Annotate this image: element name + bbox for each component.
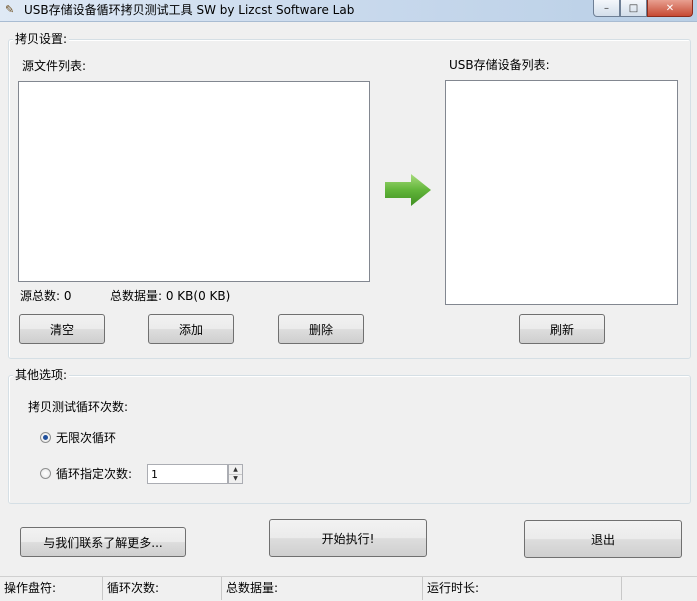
title-bar: ✎ USB存储设备循环拷贝测试工具 SW by Lizcst Software … [0,0,697,22]
app-usb-icon: ✎ [5,3,15,16]
specified-loop-radio[interactable] [40,468,51,479]
clear-button[interactable]: 清空 [19,314,105,344]
infinite-loop-label[interactable]: 无限次循环 [56,431,116,445]
minimize-button[interactable]: – [593,0,620,17]
delete-button[interactable]: 删除 [278,314,364,344]
stepper-down-icon[interactable]: ▼ [229,474,242,483]
add-button[interactable]: 添加 [148,314,234,344]
usb-list-label: USB存储设备列表: [449,58,550,72]
window-title: USB存储设备循环拷贝测试工具 SW by Lizcst Software La… [24,3,355,17]
copy-settings-title: 拷贝设置: [13,32,70,46]
start-button[interactable]: 开始执行! [269,519,427,557]
specified-loop-label[interactable]: 循环指定次数: [56,467,132,481]
main-window: ✎ USB存储设备循环拷贝测试工具 SW by Lizcst Software … [0,0,697,601]
infinite-loop-radio[interactable] [40,432,51,443]
arrow-right-icon [385,174,431,206]
exit-button[interactable]: 退出 [524,520,682,558]
status-extra [622,577,697,600]
status-runtime: 运行时长: [423,577,622,600]
maximize-button[interactable]: □ [620,0,647,17]
status-bar: 操作盘符: 循环次数: 总数据量: 运行时长: [0,576,697,601]
source-count-label: 源总数: 0 [20,289,72,303]
source-file-list[interactable] [18,81,370,282]
close-button[interactable]: ✕ [647,0,693,17]
other-options-title: 其他选项: [13,368,70,382]
total-data-label: 总数据量: 0 KB(0 KB) [110,289,231,303]
usb-device-list[interactable] [445,80,678,305]
source-list-label: 源文件列表: [22,59,87,73]
loop-count-stepper[interactable]: ▲ ▼ [228,464,243,484]
status-drive: 操作盘符: [0,577,103,600]
status-loops: 循环次数: [103,577,222,600]
contact-button[interactable]: 与我们联系了解更多... [20,527,186,557]
loop-count-input[interactable] [147,464,228,484]
refresh-button[interactable]: 刷新 [519,314,605,344]
status-total: 总数据量: [222,577,423,600]
loop-count-label: 拷贝测试循环次数: [28,400,129,414]
